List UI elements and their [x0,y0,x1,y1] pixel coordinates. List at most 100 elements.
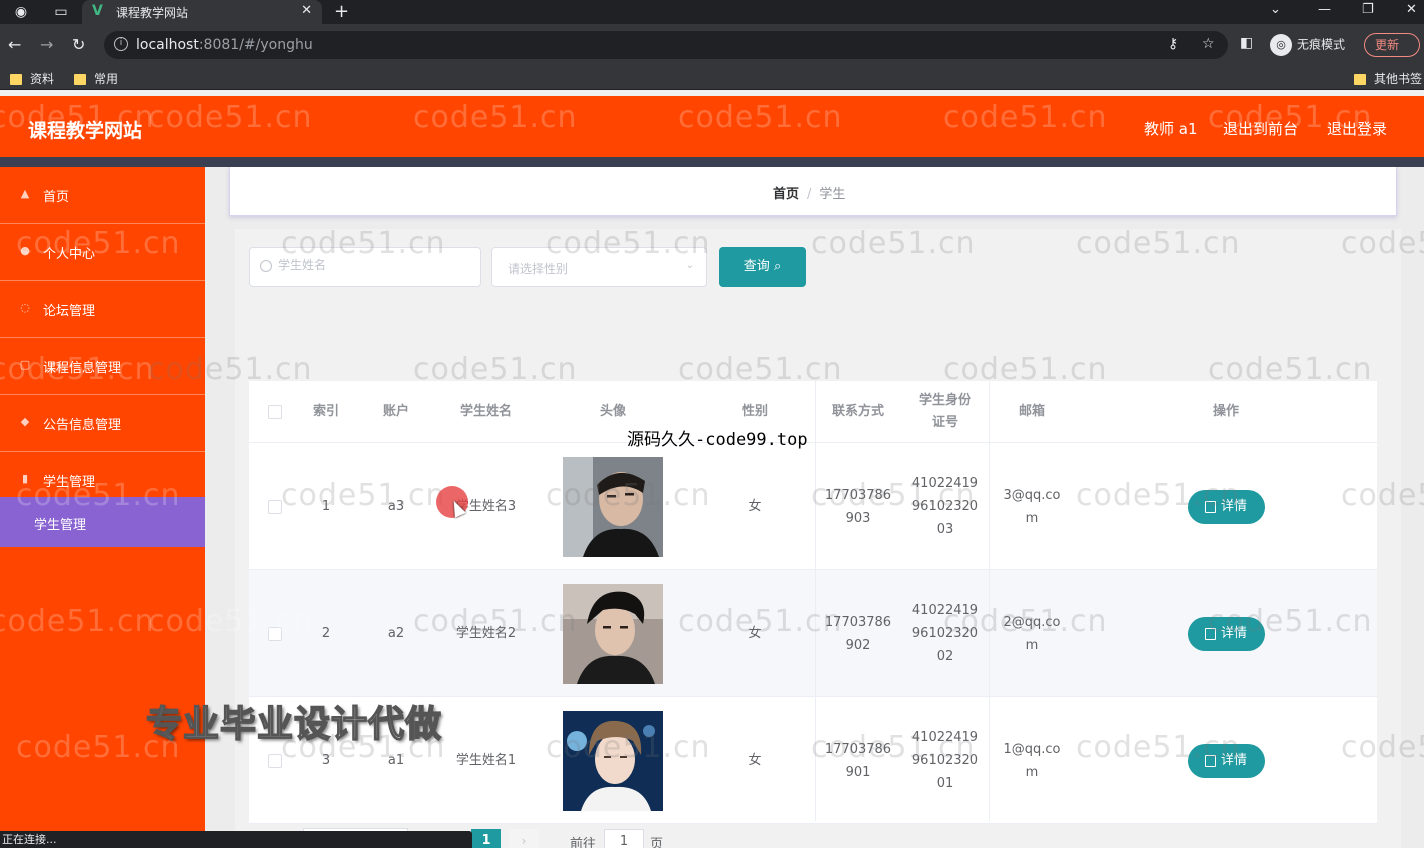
sidebar-item-label: 公告信息管理 [43,418,122,433]
browser-status-bar: 正在连接... [0,831,472,848]
sidebar-item-profile[interactable]: ● 个人中心 [0,224,205,281]
pagination-goto-input[interactable]: 1 [604,829,644,848]
document-icon [1204,754,1216,767]
bookmark-star-icon[interactable]: ☆ [1202,36,1215,52]
update-button[interactable]: 更新 [1364,33,1420,57]
row-checkbox[interactable] [268,499,282,514]
restore-icon[interactable]: ❐ [1362,2,1374,17]
search-icon [260,260,272,272]
logout-link[interactable]: 退出登录 [1327,118,1387,139]
site-brand: 课程教学网站 [28,120,143,142]
cell-account: a3 [387,499,405,514]
document-icon [1204,627,1216,640]
reload-icon[interactable]: ↻ [72,35,85,54]
other-bookmarks[interactable]: 其他书签 [1354,70,1422,87]
source-watermark: 源码久久-code99.top [627,430,808,450]
cell-email: 2@qq.co m [1003,614,1061,653]
header-name: 学生姓名 [459,404,512,419]
sidebar-subitem-label: 学生管理 [34,518,87,533]
table-row: 2 a2 学生姓名2 女 17703786 902 41022419 96102… [249,570,1377,697]
tab-search-chevron-icon[interactable]: ⌄ [1270,2,1281,17]
address-bar-row: ← → ↻ i localhost:8081/#/yonghu ⚷ ☆ ◧ ◎ 无… [0,24,1424,66]
student-name-search[interactable] [249,247,481,287]
gender-select-placeholder: 请选择性别 [508,262,569,276]
site-info-icon[interactable]: i [114,37,128,51]
close-window-icon[interactable]: ✕ [1406,2,1417,17]
detail-button[interactable]: 详情 [1187,489,1265,524]
select-all-checkbox[interactable] [268,405,282,419]
pagination-next-button[interactable]: › [509,829,539,848]
cell-gender: 女 [748,626,762,641]
select-all-cell [249,381,301,443]
cell-avatar [531,697,695,824]
chart-icon: ▮ [21,472,29,485]
close-tab-icon[interactable]: ✕ [301,3,312,18]
url-text[interactable]: localhost:8081/#/yonghu [136,37,313,53]
browser-tab[interactable]: V 课程教学网站 ✕ [82,0,322,24]
browser-tab-bar: ◉ ▭ V 课程教学网站 ✕ + ⌄ — ❐ ✕ [0,0,1424,24]
sidebar-item-home[interactable]: ▲ 首页 [0,167,205,224]
cell-avatar [531,443,695,570]
gender-select[interactable]: 请选择性别 ⌄ [491,247,707,287]
row-checkbox[interactable] [268,753,282,768]
sidebar-item-notice[interactable]: ◆ 公告信息管理 [0,395,205,452]
sidebar-subitem-student-management[interactable]: 学生管理 [0,497,205,547]
notice-icon: ◆ [20,415,30,428]
new-tab-icon[interactable]: + [334,1,349,22]
sidebar-item-label: 学生管理 [43,475,96,490]
cell-action: 详情 [1075,697,1377,824]
chevron-down-icon: ⌄ [685,260,694,271]
breadcrumb-bar: 首页 / 学生 [229,167,1397,216]
folder-icon [10,74,22,85]
header-action: 操作 [1212,404,1239,419]
student-name-input[interactable] [278,258,468,272]
sidebar-item-forum[interactable]: ◌ 论坛管理 [0,281,205,338]
minimize-icon[interactable]: — [1318,2,1331,17]
query-button[interactable]: 查询 ⌕ [719,247,806,287]
cell-name: 学生姓名2 [455,626,517,641]
pagination-page-suffix: 页 [650,837,664,848]
cell-account: a2 [387,626,405,641]
table-header: 索引 账户 学生姓名 头像 性别 联系方式 学生身份 证号 邮箱 操作 [249,381,1377,443]
forward-icon[interactable]: → [40,35,53,54]
bookmark-folder-ziliao[interactable]: 资料 [10,70,54,87]
globe-icon[interactable]: ◉ [12,3,30,21]
cell-action: 详情 [1075,570,1377,697]
user-icon: ● [20,244,30,257]
row-checkbox[interactable] [268,626,282,641]
cell-index: 1 [321,499,331,514]
student-list-panel: 请选择性别 ⌄ 查询 ⌕ 索引 账户 学生姓名 头像 性别 联系方式 学生身份证… [235,229,1401,848]
url-field[interactable]: i localhost:8081/#/yonghu ⚷ ☆ [104,31,1228,59]
back-icon[interactable]: ← [8,35,21,54]
cell-gender: 女 [748,753,762,768]
pagination-current-page[interactable]: 1 [471,829,501,848]
sidebar-item-course[interactable]: ▢ 课程信息管理 [0,338,205,395]
folder-icon [1354,74,1366,85]
header-phone: 联系方式 [831,404,884,419]
detail-button[interactable]: 详情 [1187,616,1265,651]
bookmarks-bar: 资料 常用 其他书签 [0,66,1424,90]
breadcrumb-home[interactable]: 首页 [773,187,799,202]
sidebar-item-label: 论坛管理 [43,304,96,319]
key-icon[interactable]: ⚷ [1168,36,1178,52]
table-row: 1 a3 学生姓名3 女 17703786 903 41022419 96102… [249,443,1377,570]
back-to-front-link[interactable]: 退出到前台 [1223,118,1298,139]
header-account: 账户 [382,404,409,419]
home-icon: ▲ [20,187,30,200]
detail-button[interactable]: 详情 [1187,743,1265,778]
cell-idcard: 41022419 96102320 03 [911,476,979,537]
cell-gender: 女 [748,499,762,514]
header-email: 邮箱 [1018,404,1045,419]
bookmark-folder-changyong[interactable]: 常用 [74,70,118,87]
cell-idcard: 41022419 96102320 01 [911,730,979,791]
cell-name: 学生姓名1 [455,753,517,768]
incognito-indicator[interactable]: ◎ 无痕模式 [1270,34,1345,56]
student-table: 索引 账户 学生姓名 头像 性别 联系方式 学生身份 证号 邮箱 操作 1 a3 … [249,381,1377,824]
window-icon[interactable]: ▭ [52,3,70,21]
tab-title: 课程教学网站 [116,6,189,20]
query-button-label: 查询 [743,259,770,274]
sidepanel-icon[interactable]: ◧ [1240,35,1253,51]
breadcrumb-separator: / [807,187,812,202]
app-header: 课程教学网站 教师 a1 退出到前台 退出登录 [0,96,1424,157]
row-select-cell [249,443,301,570]
